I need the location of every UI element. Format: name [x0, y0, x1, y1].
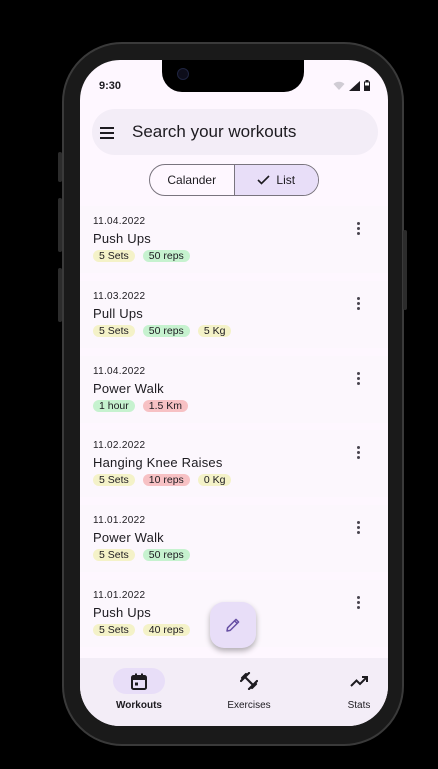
workout-date: 11.02.2022: [93, 440, 146, 451]
nav-label: Exercises: [227, 700, 271, 711]
notch: [162, 60, 304, 92]
nav-item-exercises[interactable]: Exercises: [209, 668, 289, 711]
tag: 1 hour: [93, 400, 135, 412]
trending-up-icon: [350, 676, 368, 687]
side-button: [403, 230, 407, 310]
nav-label: Workouts: [116, 700, 162, 711]
more-vert-icon[interactable]: [357, 222, 361, 236]
workout-tags: 1 hour 1.5 Km: [93, 400, 189, 412]
tag: 50 reps: [142, 325, 190, 337]
nav-item-workouts[interactable]: Workouts: [99, 668, 179, 711]
app-screen: 9:30 Search your workouts Calander List …: [80, 60, 388, 726]
nav-item-stats[interactable]: Stats: [319, 668, 388, 711]
workout-tags: 5 Sets 10 reps 0 Kg: [93, 474, 232, 486]
workout-name: Pull Ups: [93, 306, 144, 321]
camera-icon: [177, 68, 189, 80]
side-button: [58, 152, 62, 182]
battery-icon: [364, 80, 370, 91]
pencil-icon: [226, 618, 240, 632]
workout-card[interactable]: 11.02.2022 Hanging Knee Raises 5 Sets 10…: [80, 430, 388, 497]
edit-fab[interactable]: [210, 602, 256, 648]
calendar-view-label: Calander: [167, 173, 217, 187]
tag: 1.5 Km: [142, 400, 189, 412]
workout-tags: 5 Sets 50 reps 5 Kg: [93, 325, 232, 337]
tag: 10 reps: [142, 474, 190, 486]
bottom-nav: Workouts Exercises Stats: [80, 658, 388, 726]
tag: 50 reps: [142, 549, 190, 561]
side-button: [58, 268, 62, 322]
workout-date: 11.01.2022: [93, 590, 146, 601]
status-time: 9:30: [99, 80, 122, 92]
workout-card[interactable]: 11.04.2022 Power Walk 1 hour 1.5 Km: [80, 356, 388, 423]
nav-indicator: [113, 668, 165, 694]
status-icons: [333, 80, 370, 91]
workout-card[interactable]: 11.04.2022 Push Ups 5 Sets 50 reps: [80, 206, 388, 273]
more-vert-icon[interactable]: [357, 297, 361, 311]
workout-card[interactable]: 11.03.2022 Pull Ups 5 Sets 50 reps 5 Kg: [80, 281, 388, 348]
workout-name: Push Ups: [93, 605, 151, 620]
workout-name: Push Ups: [93, 231, 151, 246]
check-icon: [257, 175, 270, 185]
workout-tags: 5 Sets 50 reps: [93, 549, 190, 561]
tag: 5 Sets: [93, 250, 135, 262]
workout-card[interactable]: 11.01.2022 Power Walk 5 Sets 50 reps: [80, 505, 388, 572]
list-view-label: List: [276, 173, 296, 187]
dumbbell-icon: [240, 672, 258, 690]
tag: 50 reps: [142, 250, 190, 262]
workout-tags: 5 Sets 40 reps: [93, 624, 190, 636]
more-vert-icon[interactable]: [357, 596, 361, 610]
calendar-icon: [131, 673, 147, 690]
search-bar[interactable]: Search your workouts: [92, 109, 378, 155]
workout-date: 11.01.2022: [93, 515, 146, 526]
signal-icon: [349, 80, 360, 91]
tag: 5 Sets: [93, 549, 135, 561]
nav-indicator: [333, 668, 385, 694]
nav-indicator: [223, 668, 275, 694]
workout-name: Hanging Knee Raises: [93, 455, 223, 470]
more-vert-icon[interactable]: [357, 446, 361, 460]
workout-name: Power Walk: [93, 530, 164, 545]
tag: 5 Sets: [93, 474, 135, 486]
workout-date: 11.04.2022: [93, 216, 146, 227]
list-view-button[interactable]: List: [233, 165, 318, 195]
calendar-view-button[interactable]: Calander: [150, 165, 234, 195]
tag: 40 reps: [142, 624, 190, 636]
workout-date: 11.04.2022: [93, 366, 146, 377]
tag: 5 Sets: [93, 325, 135, 337]
wifi-icon: [333, 81, 345, 90]
view-toggle: Calander List: [149, 164, 319, 196]
menu-icon[interactable]: [100, 126, 114, 139]
more-vert-icon[interactable]: [357, 521, 361, 535]
tag: 5 Sets: [93, 624, 135, 636]
tag: 0 Kg: [197, 474, 232, 486]
workout-tags: 5 Sets 50 reps: [93, 250, 190, 262]
side-button: [58, 198, 62, 252]
workout-date: 11.03.2022: [93, 291, 146, 302]
more-vert-icon[interactable]: [357, 372, 361, 386]
tag: 5 Kg: [197, 325, 232, 337]
search-placeholder: Search your workouts: [132, 122, 297, 141]
nav-label: Stats: [347, 700, 371, 711]
workout-name: Power Walk: [93, 381, 164, 396]
